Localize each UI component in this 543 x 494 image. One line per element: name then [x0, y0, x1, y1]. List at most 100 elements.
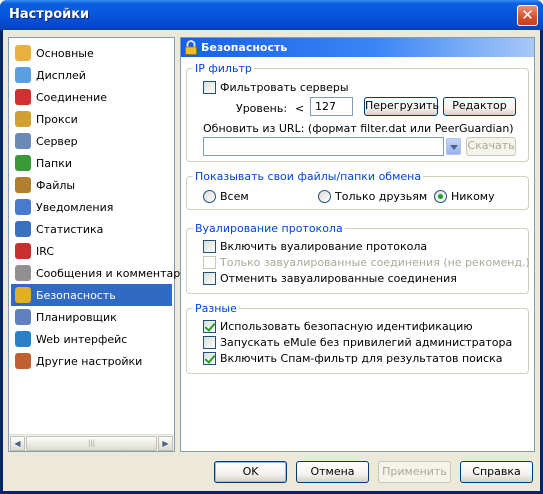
reject-obfuscation-label: Отменить завуалированные соединения	[220, 272, 457, 285]
statistics-icon	[15, 221, 31, 237]
close-icon: ✕	[521, 6, 534, 24]
share-option-all[interactable]: Всем	[203, 190, 249, 203]
sidebar-item-label: Соединение	[36, 90, 108, 104]
share-option-nobody[interactable]: Никому	[434, 190, 495, 203]
secure-ident-checkbox[interactable]: Использовать безопасную идентификацию	[203, 320, 473, 333]
category-list[interactable]: Другие настройки Web интерфейс Планировщик…	[8, 37, 195, 452]
radio-button[interactable]	[203, 190, 216, 203]
display-icon	[15, 67, 31, 83]
spam-filter-checkbox[interactable]: Включить Спам-фильтр для результатов пои…	[203, 352, 503, 365]
url-input[interactable]	[203, 137, 444, 156]
sidebar-item[interactable]: Планировщик	[11, 306, 172, 328]
share-option-all-label: Всем	[220, 190, 249, 203]
horizontal-scrollbar[interactable]: ◀ ||| ▶	[9, 434, 174, 451]
sidebar-item-label: Другие настройки	[36, 354, 143, 368]
sidebar-item[interactable]: Статистика	[11, 218, 172, 240]
messages-icon	[15, 265, 31, 281]
sidebar-item[interactable]: IRC	[11, 240, 172, 262]
checkbox-box	[203, 256, 216, 269]
sidebar-item-label: Файлы	[36, 178, 76, 192]
apply-button[interactable]: Применить	[378, 461, 451, 483]
download-button[interactable]: Скачать	[466, 137, 516, 156]
share-visibility-legend: Показывать свои файлы/папки обмена	[195, 170, 422, 183]
checkbox-box[interactable]	[203, 240, 216, 253]
files-icon	[15, 177, 31, 193]
scroll-thumb[interactable]: |||	[26, 436, 157, 451]
sidebar-item[interactable]: Прокси	[11, 108, 172, 130]
reload-button[interactable]: Перегрузить	[364, 97, 439, 116]
lock-icon	[185, 40, 197, 55]
share-option-friends[interactable]: Только друзьям	[318, 190, 427, 203]
notification-icon	[15, 199, 31, 215]
sidebar-item[interactable]: Дисплей	[11, 64, 172, 86]
ok-button[interactable]: OK	[214, 461, 287, 483]
url-dropdown-button[interactable]	[446, 138, 461, 155]
sidebar-item[interactable]: Файлы	[11, 174, 172, 196]
checkbox-box[interactable]	[203, 320, 216, 333]
sidebar-item[interactable]: Сервер	[11, 130, 172, 152]
sidebar-item[interactable]: Соединение	[11, 86, 172, 108]
folder-icon	[15, 155, 31, 171]
run-without-admin-label: Запускать eMule без привилегий администр…	[220, 336, 513, 349]
lock-icon	[15, 287, 31, 303]
cancel-button[interactable]: Отмена	[296, 461, 369, 483]
level-operator: <	[295, 102, 305, 115]
radio-button[interactable]	[434, 190, 447, 203]
connection-icon	[15, 89, 31, 105]
preferences-window: Настройки ✕ Другие настройки Web интерфей…	[0, 0, 543, 494]
misc-legend: Разные	[195, 302, 237, 315]
sidebar-item-label: IRC	[36, 244, 55, 258]
sidebar-item[interactable]: Другие настройки	[11, 350, 172, 372]
security-panel: Безопасность IP фильтр Фильтровать серве…	[180, 37, 535, 452]
level-input[interactable]: 127	[310, 97, 353, 116]
radio-button[interactable]	[318, 190, 331, 203]
arrow-left-icon: ◀	[14, 439, 21, 448]
sidebar-item[interactable]: Web интерфейс	[11, 328, 172, 350]
update-url-label: Обновить из URL: (формат filter.dat или …	[203, 122, 514, 135]
grip-icon: |||	[87, 439, 96, 447]
enable-obfuscation-label: Включить вуалирование протокола	[220, 240, 428, 253]
scroll-right-button[interactable]: ▶	[158, 436, 173, 451]
sidebar-item-label: Планировщик	[36, 310, 117, 324]
sidebar-item-label: Web интерфейс	[36, 332, 128, 346]
checkbox-box[interactable]	[203, 336, 216, 349]
editor-button[interactable]: Редактор	[443, 97, 516, 116]
web-icon	[15, 331, 31, 347]
checkbox-box[interactable]	[203, 81, 216, 94]
help-button[interactable]: Справка	[460, 461, 533, 483]
scroll-left-button[interactable]: ◀	[10, 436, 25, 451]
share-option-friends-label: Только друзьям	[335, 190, 428, 203]
checkbox-box[interactable]	[203, 272, 216, 285]
enable-obfuscation-checkbox[interactable]: Включить вуалирование протокола	[203, 240, 427, 253]
level-label: Уровень:	[236, 102, 288, 115]
obfuscation-legend: Вуалирование протокола	[195, 222, 343, 235]
irc-icon	[15, 243, 31, 259]
share-option-nobody-label: Никому	[451, 190, 495, 203]
tweaks-icon	[15, 353, 31, 369]
sidebar-item[interactable]: Безопасность	[11, 284, 172, 306]
panel-title: Безопасность	[201, 41, 288, 54]
sidebar-item-label: Безопасность	[36, 288, 116, 302]
ip-filter-legend: IP фильтр	[195, 62, 252, 75]
proxy-icon	[15, 111, 31, 127]
scheduler-icon	[15, 309, 31, 325]
close-button[interactable]: ✕	[517, 5, 538, 26]
sidebar-item-label: Статистика	[36, 222, 104, 236]
checkbox-box[interactable]	[203, 352, 216, 365]
sidebar-item[interactable]: Сообщения и комментарии	[11, 262, 195, 284]
sidebar-item[interactable]: Папки	[11, 152, 172, 174]
title-bar[interactable]: Настройки ✕	[0, 0, 543, 30]
sidebar-item-label: Прокси	[36, 112, 78, 126]
server-icon	[15, 133, 31, 149]
filter-servers-checkbox[interactable]: Фильтровать серверы	[203, 81, 349, 94]
sidebar-item-label: Сервер	[36, 134, 78, 148]
reject-obfuscation-checkbox[interactable]: Отменить завуалированные соединения	[203, 272, 457, 285]
run-without-admin-checkbox[interactable]: Запускать eMule без привилегий администр…	[203, 336, 512, 349]
sidebar-item[interactable]: Уведомления	[11, 196, 172, 218]
filter-servers-label: Фильтровать серверы	[220, 81, 349, 94]
sidebar-item[interactable]: Основные	[11, 42, 172, 64]
sidebar-item-label: Уведомления	[36, 200, 114, 214]
dialog-body: Другие настройки Web интерфейс Планировщик…	[3, 30, 540, 491]
sidebar-item-label: Сообщения и комментарии	[36, 266, 195, 280]
secure-ident-label: Использовать безопасную идентификацию	[220, 320, 473, 333]
